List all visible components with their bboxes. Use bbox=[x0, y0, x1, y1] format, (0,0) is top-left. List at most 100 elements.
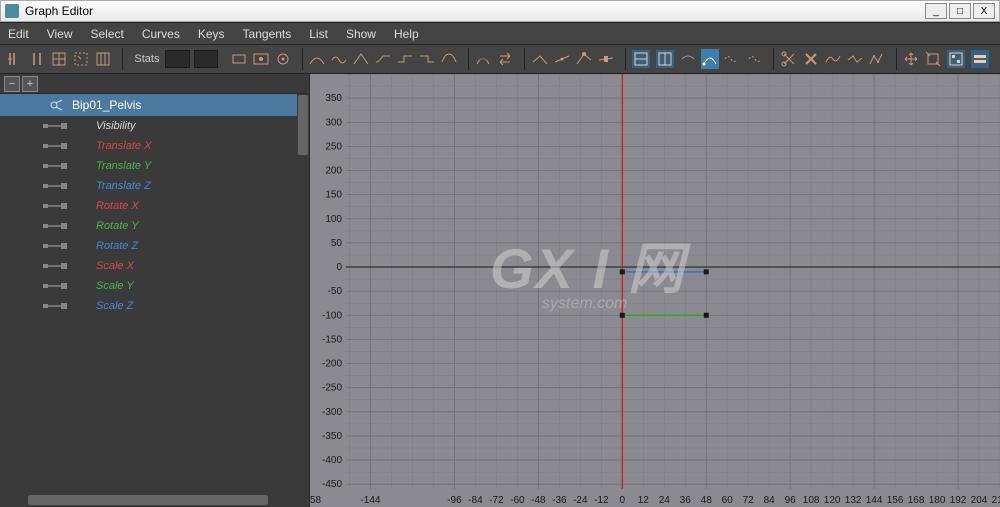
connection-icon bbox=[40, 121, 70, 131]
attribute-label: Translate Y bbox=[96, 160, 151, 172]
svg-text:-36: -36 bbox=[552, 495, 567, 506]
menu-tangents[interactable]: Tangents bbox=[243, 27, 292, 41]
svg-text:12: 12 bbox=[638, 495, 650, 506]
flat-tangent-icon[interactable] bbox=[374, 49, 392, 69]
simplify-icon[interactable] bbox=[846, 49, 864, 69]
insert-key-icon[interactable] bbox=[28, 49, 46, 69]
retime-tool-icon[interactable] bbox=[94, 49, 112, 69]
linear-tangent-icon[interactable] bbox=[352, 49, 370, 69]
svg-text:-400: -400 bbox=[322, 455, 342, 466]
svg-text:84: 84 bbox=[764, 495, 776, 506]
svg-text:200: 200 bbox=[325, 166, 342, 177]
attribute-row[interactable]: Visibility bbox=[0, 116, 309, 136]
menu-select[interactable]: Select bbox=[90, 27, 123, 41]
smooth-icon[interactable] bbox=[824, 49, 842, 69]
outliner-node[interactable]: Bip01_Pelvis bbox=[0, 94, 309, 116]
swap-buffer-icon[interactable] bbox=[496, 49, 514, 69]
svg-text:300: 300 bbox=[325, 117, 342, 128]
outliner-vertical-scrollbar[interactable] bbox=[297, 94, 309, 493]
move-nearest-key-icon[interactable] bbox=[6, 49, 24, 69]
unify-tangent-icon[interactable] bbox=[553, 49, 571, 69]
svg-text:-100: -100 bbox=[322, 310, 342, 321]
window-title: Graph Editor bbox=[25, 4, 923, 18]
attribute-label: Visibility bbox=[96, 120, 136, 132]
attribute-row[interactable]: Translate Y bbox=[0, 156, 309, 176]
attribute-row[interactable]: Rotate Z bbox=[0, 236, 309, 256]
buffer-curve-icon[interactable] bbox=[474, 49, 492, 69]
menu-list[interactable]: List bbox=[309, 27, 328, 41]
free-tangent-icon[interactable] bbox=[575, 49, 593, 69]
collapse-button[interactable]: − bbox=[4, 76, 20, 92]
outliner-list[interactable]: Bip01_Pelvis Visibility Translate X Transl… bbox=[0, 94, 309, 507]
isolate-curve-icon[interactable] bbox=[679, 49, 697, 69]
center-view-icon[interactable] bbox=[274, 49, 292, 69]
outliner-horizontal-scrollbar[interactable] bbox=[0, 493, 297, 507]
svg-text:156: 156 bbox=[887, 495, 904, 506]
frame-all-icon[interactable] bbox=[252, 49, 270, 69]
auto-tangent-icon[interactable] bbox=[701, 49, 719, 69]
svg-text:-24: -24 bbox=[573, 495, 588, 506]
post-infinity-icon[interactable] bbox=[745, 49, 763, 69]
step-next-icon[interactable] bbox=[418, 49, 436, 69]
menu-view[interactable]: View bbox=[47, 27, 73, 41]
menu-curves[interactable]: Curves bbox=[142, 27, 180, 41]
attribute-row[interactable]: Scale Y bbox=[0, 276, 309, 296]
menu-keys[interactable]: Keys bbox=[198, 27, 225, 41]
lock-tangent-icon[interactable] bbox=[597, 49, 615, 69]
minimize-button[interactable]: _ bbox=[925, 3, 947, 19]
close-button[interactable]: X bbox=[973, 3, 995, 19]
dope-sheet-icon[interactable] bbox=[946, 49, 966, 69]
break-tangent-icon[interactable] bbox=[531, 49, 549, 69]
svg-text:192: 192 bbox=[950, 495, 967, 506]
connection-icon bbox=[40, 201, 70, 211]
menu-help[interactable]: Help bbox=[394, 27, 419, 41]
time-snap-icon[interactable] bbox=[631, 49, 651, 69]
svg-text:108: 108 bbox=[803, 495, 820, 506]
svg-text:144: 144 bbox=[866, 495, 883, 506]
attribute-row[interactable]: Translate Z bbox=[0, 176, 309, 196]
outliner-panel: − + Bip01_Pelvis Visibility Translate X Tr… bbox=[0, 74, 310, 507]
plateau-tangent-icon[interactable] bbox=[440, 49, 458, 69]
step-tangent-icon[interactable] bbox=[396, 49, 414, 69]
clamped-tangent-icon[interactable] bbox=[330, 49, 348, 69]
trax-editor-icon[interactable] bbox=[970, 49, 990, 69]
attribute-row[interactable]: Rotate Y bbox=[0, 216, 309, 236]
svg-text:60: 60 bbox=[722, 495, 734, 506]
expand-button[interactable]: + bbox=[22, 76, 38, 92]
attribute-label: Translate Z bbox=[96, 180, 151, 192]
svg-text:24: 24 bbox=[659, 495, 671, 506]
svg-text:-150: -150 bbox=[322, 334, 342, 345]
svg-text:250: 250 bbox=[325, 141, 342, 152]
stats-field-1[interactable] bbox=[165, 50, 189, 68]
attribute-row[interactable]: Scale Z bbox=[0, 296, 309, 316]
lattice-icon[interactable] bbox=[50, 49, 68, 69]
menu-show[interactable]: Show bbox=[346, 27, 376, 41]
region-tool-icon[interactable] bbox=[72, 49, 90, 69]
spline-tangent-icon[interactable] bbox=[308, 49, 326, 69]
frame-playback-icon[interactable] bbox=[230, 49, 248, 69]
title-bar: Graph Editor _ □ X bbox=[0, 0, 1000, 22]
svg-text:-12: -12 bbox=[594, 495, 609, 506]
stats-field-2[interactable] bbox=[194, 50, 218, 68]
connection-icon bbox=[40, 241, 70, 251]
node-label: Bip01_Pelvis bbox=[72, 98, 141, 112]
pre-infinity-icon[interactable] bbox=[723, 49, 741, 69]
attribute-label: Translate X bbox=[96, 140, 151, 152]
maximize-button[interactable]: □ bbox=[949, 3, 971, 19]
attribute-row[interactable]: Scale X bbox=[0, 256, 309, 276]
menu-edit[interactable]: Edit bbox=[8, 27, 29, 41]
cut-icon[interactable] bbox=[780, 49, 798, 69]
svg-text:100: 100 bbox=[325, 214, 342, 225]
value-snap-icon[interactable] bbox=[655, 49, 675, 69]
scale-key-icon[interactable] bbox=[924, 49, 942, 69]
bake-icon[interactable] bbox=[868, 49, 886, 69]
delete-icon[interactable] bbox=[802, 49, 820, 69]
svg-text:-48: -48 bbox=[531, 495, 546, 506]
svg-text:-144: -144 bbox=[360, 495, 380, 506]
svg-text:0: 0 bbox=[620, 495, 626, 506]
attribute-row[interactable]: Translate X bbox=[0, 136, 309, 156]
attribute-row[interactable]: Rotate X bbox=[0, 196, 309, 216]
move-key-icon[interactable] bbox=[902, 49, 920, 69]
svg-text:48: 48 bbox=[701, 495, 713, 506]
graph-view[interactable]: 350300250200150100500-50-100-150-200-250… bbox=[310, 74, 1000, 507]
